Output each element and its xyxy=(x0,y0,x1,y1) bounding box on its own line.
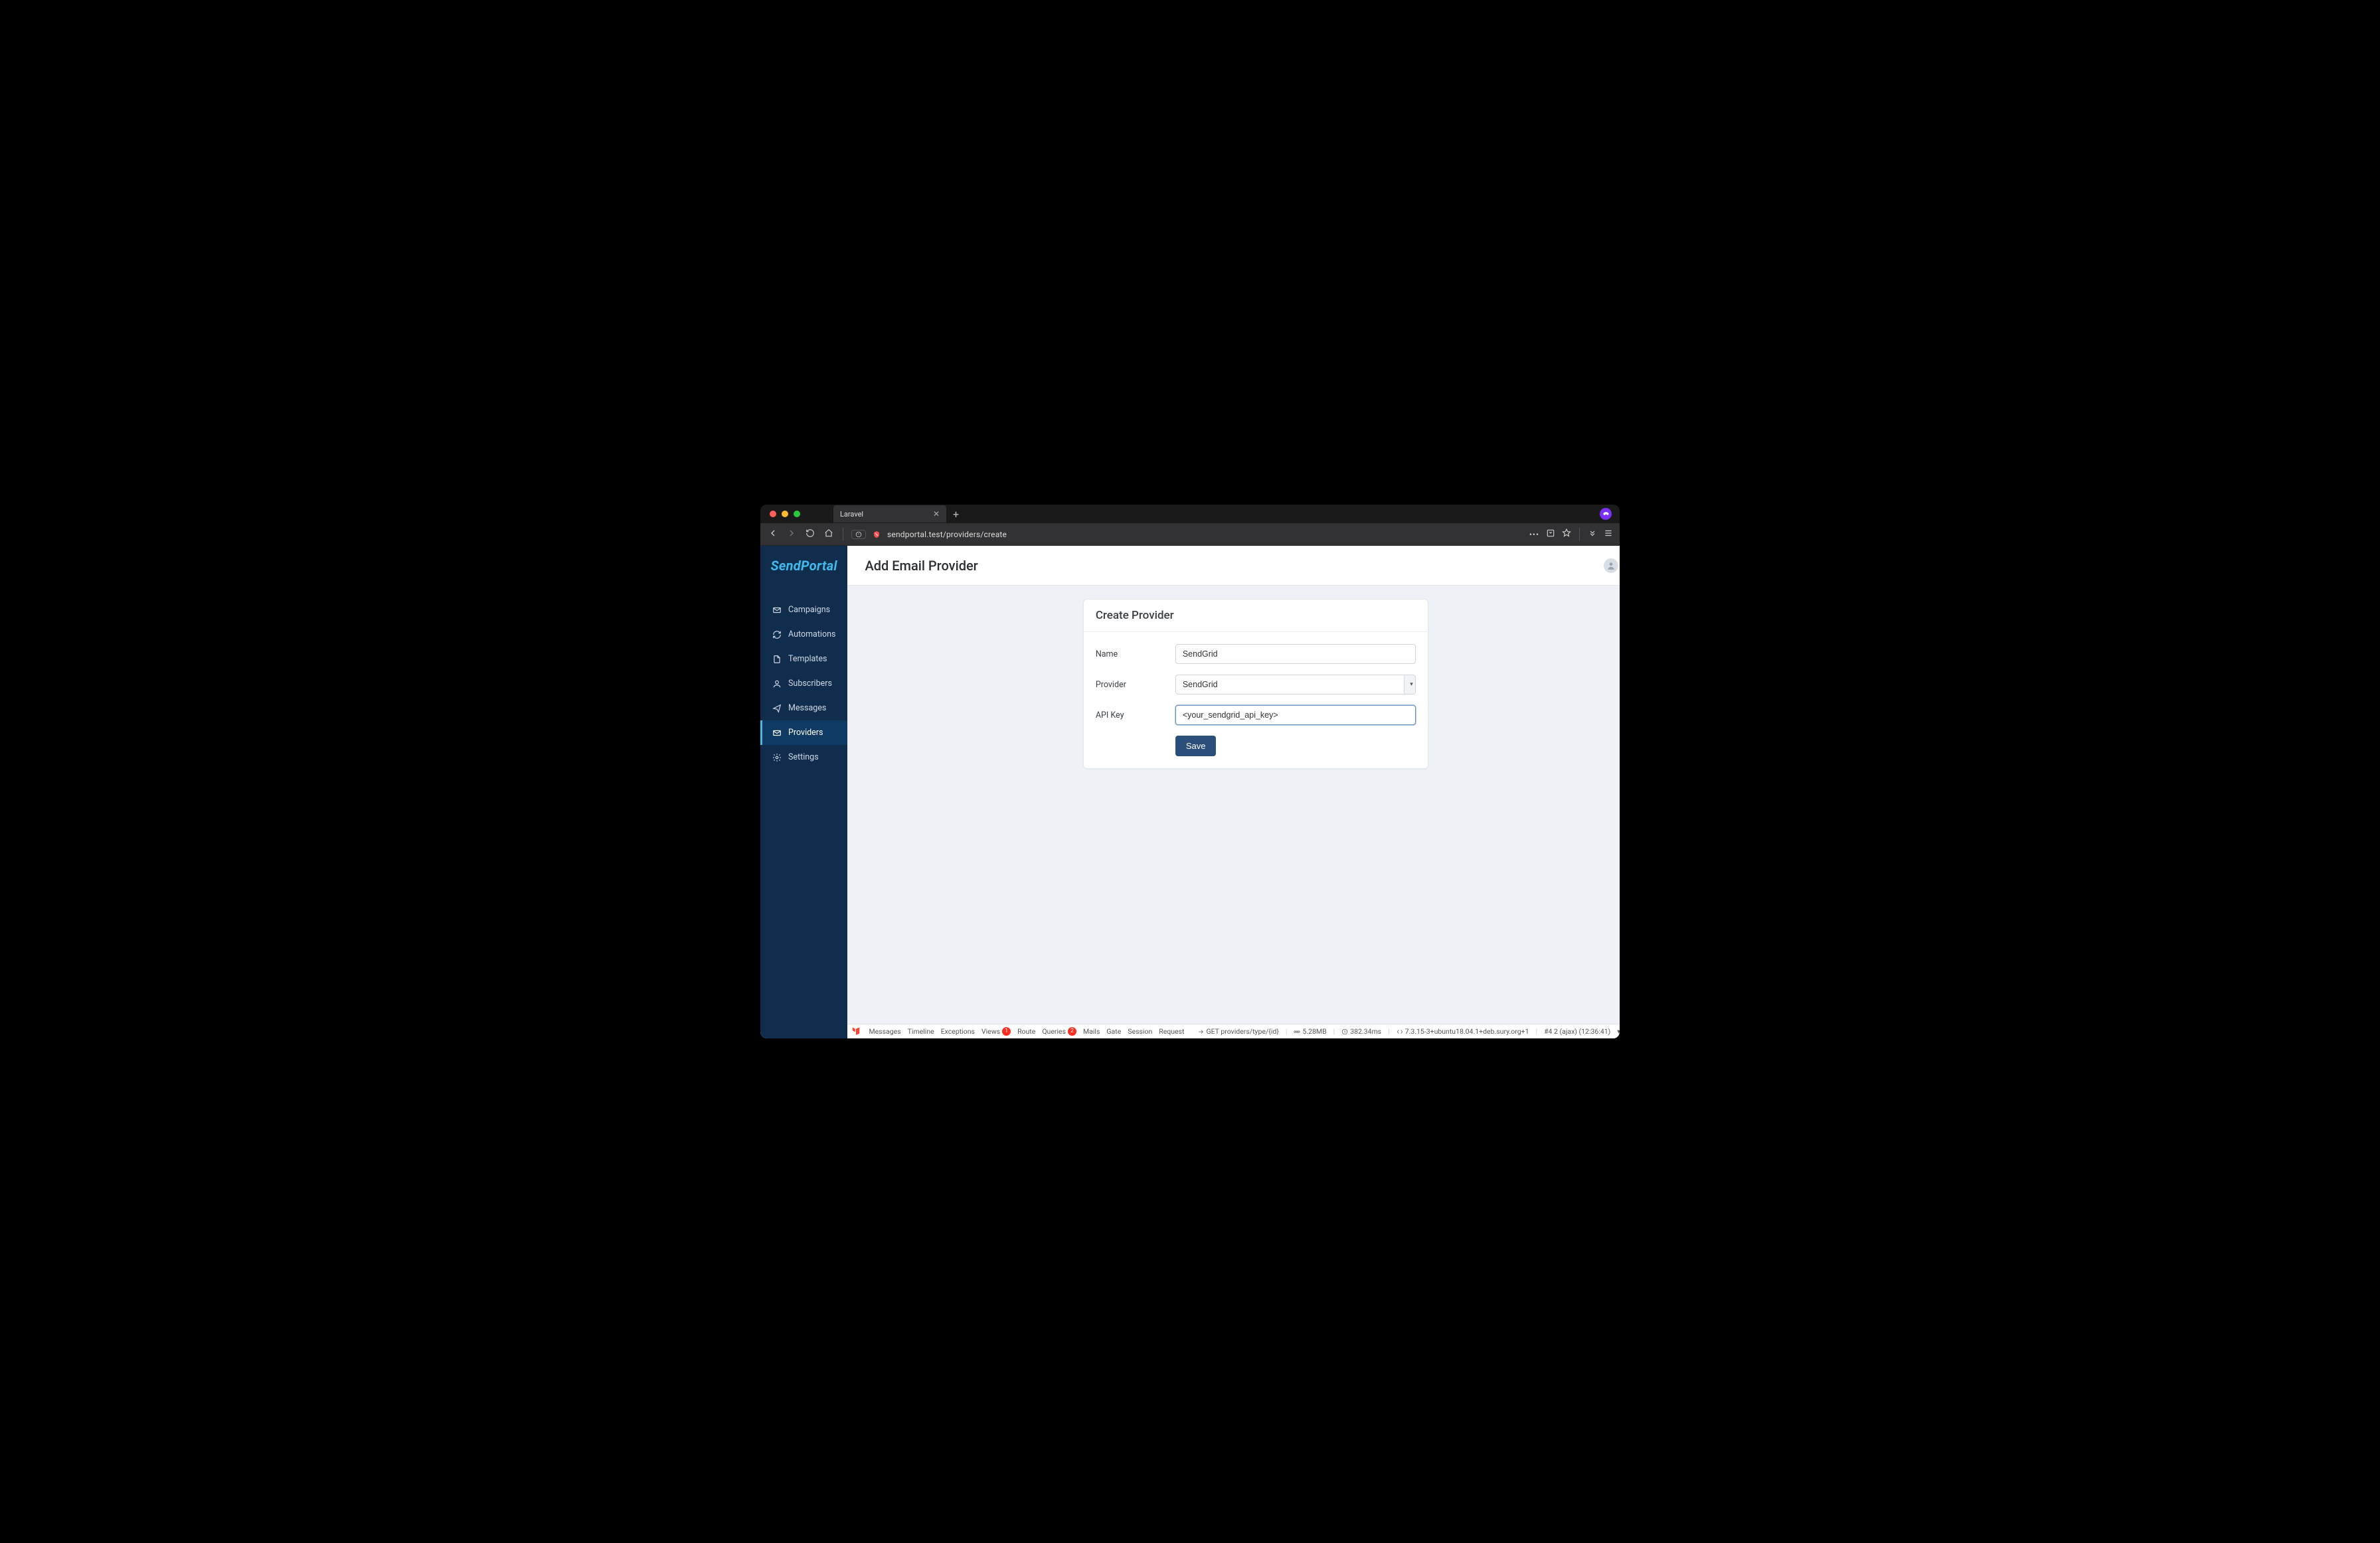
debugbar-tab-messages[interactable]: Messages xyxy=(869,1027,900,1036)
gear-icon xyxy=(772,753,782,762)
laravel-logo-icon xyxy=(851,1026,861,1038)
user-menu[interactable]: Will ▾ xyxy=(1604,558,1620,573)
address-bar[interactable]: sendportal.test/providers/create xyxy=(887,530,1523,539)
home-button[interactable] xyxy=(823,528,835,540)
label-provider: Provider xyxy=(1096,680,1175,690)
api-key-input[interactable] xyxy=(1175,705,1416,725)
sidebar-item-automations[interactable]: Automations xyxy=(760,622,847,647)
form-row-name: Name xyxy=(1096,644,1416,664)
avatar-icon xyxy=(1604,558,1618,573)
debugbar-tab-queries[interactable]: Queries 2 xyxy=(1042,1027,1076,1036)
sidebar-item-settings[interactable]: Settings xyxy=(760,745,847,770)
page-title: Add Email Provider xyxy=(865,558,978,574)
sidebar-item-label: Messages xyxy=(788,703,826,713)
debugbar-ajax[interactable]: #4 2 (ajax) (12:36:41) xyxy=(1544,1027,1610,1036)
debugbar-route-info[interactable]: GET providers/type/{id} xyxy=(1197,1027,1278,1036)
file-icon xyxy=(772,655,782,664)
bookmark-icon[interactable] xyxy=(1562,528,1571,540)
browser-tab[interactable]: Laravel ✕ xyxy=(833,505,946,523)
overflow-icon[interactable] xyxy=(1588,528,1597,540)
back-button[interactable] xyxy=(767,528,779,540)
main-column: Add Email Provider Will ▾ Create Provide… xyxy=(847,546,1620,1038)
forward-button[interactable] xyxy=(786,528,798,540)
reload-button[interactable] xyxy=(804,528,816,540)
debugbar-tab-exceptions[interactable]: Exceptions xyxy=(941,1027,975,1036)
sidebar-item-campaigns[interactable]: Campaigns xyxy=(760,598,847,622)
user-icon xyxy=(772,679,782,689)
content-area: Create Provider Name Provider xyxy=(847,586,1620,1024)
sidebar-item-messages[interactable]: Messages xyxy=(760,696,847,720)
label-apikey: API Key xyxy=(1096,710,1175,720)
label-name: Name xyxy=(1096,649,1175,659)
provider-select[interactable] xyxy=(1175,675,1416,694)
form-row-provider: Provider ▾ xyxy=(1096,675,1416,694)
site-security-icon xyxy=(873,530,881,538)
send-icon xyxy=(772,704,782,713)
sidebar-nav: Campaigns Automations Templates xyxy=(760,598,847,770)
window-controls xyxy=(770,511,800,517)
app-logo[interactable]: SendPortal xyxy=(760,546,847,586)
browser-window: Laravel ✕ + sendportal.test/providers/cr xyxy=(760,505,1620,1038)
debugbar: Messages Timeline Exceptions Views 1 Rou… xyxy=(847,1024,1620,1038)
queries-badge: 2 xyxy=(1068,1027,1076,1036)
form-row-apikey: API Key xyxy=(1096,705,1416,725)
views-badge: 1 xyxy=(1002,1027,1011,1036)
reader-mode-icon[interactable] xyxy=(1546,528,1555,540)
save-button[interactable]: Save xyxy=(1175,736,1217,756)
page-actions-icon[interactable]: ••• xyxy=(1529,530,1539,539)
debugbar-tab-route[interactable]: Route xyxy=(1017,1027,1035,1036)
sidebar-item-templates[interactable]: Templates xyxy=(760,647,847,671)
site-info-button[interactable] xyxy=(851,530,866,539)
debugbar-history-icon[interactable]: ▾ xyxy=(1617,1027,1620,1036)
debugbar-time[interactable]: 382.34ms xyxy=(1341,1027,1381,1036)
sidebar-item-label: Subscribers xyxy=(788,679,832,689)
debugbar-php[interactable]: 7.3.15-3+ubuntu18.04.1+deb.sury.org+1 xyxy=(1397,1027,1529,1036)
refresh-icon xyxy=(772,630,782,639)
close-window-button[interactable] xyxy=(770,511,776,517)
card-title: Create Provider xyxy=(1084,600,1428,632)
minimize-window-button[interactable] xyxy=(782,511,788,517)
sidebar: SendPortal Campaigns Automations xyxy=(760,546,847,1038)
sidebar-item-subscribers[interactable]: Subscribers xyxy=(760,671,847,696)
page-viewport: SendPortal Campaigns Automations xyxy=(760,546,1620,1038)
browser-titlebar: Laravel ✕ + xyxy=(760,505,1620,523)
envelope-icon xyxy=(772,606,782,615)
debugbar-memory[interactable]: 5.28MB xyxy=(1294,1027,1326,1036)
create-provider-card: Create Provider Name Provider xyxy=(1083,599,1428,769)
debugbar-tab-timeline[interactable]: Timeline xyxy=(908,1027,934,1036)
private-mode-icon xyxy=(1600,508,1612,520)
debugbar-tab-gate[interactable]: Gate xyxy=(1106,1027,1121,1036)
debugbar-tab-request[interactable]: Request xyxy=(1159,1027,1184,1036)
sidebar-item-providers[interactable]: Providers xyxy=(760,720,847,745)
url-text: sendportal.test/providers/create xyxy=(887,530,1007,539)
sidebar-item-label: Automations xyxy=(788,629,835,639)
new-tab-button[interactable]: + xyxy=(953,508,959,521)
debugbar-tab-views[interactable]: Views 1 xyxy=(981,1027,1011,1036)
sidebar-item-label: Campaigns xyxy=(788,605,830,615)
browser-toolbar: sendportal.test/providers/create ••• xyxy=(760,523,1620,546)
maximize-window-button[interactable] xyxy=(794,511,800,517)
sidebar-item-label: Settings xyxy=(788,752,819,762)
sidebar-item-label: Templates xyxy=(788,654,827,664)
app-menu-icon[interactable] xyxy=(1604,528,1613,540)
sidebar-item-label: Providers xyxy=(788,728,823,738)
name-input[interactable] xyxy=(1175,644,1416,664)
debugbar-tab-mails[interactable]: Mails xyxy=(1083,1027,1100,1036)
tab-title: Laravel xyxy=(840,510,863,519)
mail-icon xyxy=(772,728,782,738)
tab-close-icon[interactable]: ✕ xyxy=(933,509,940,519)
topbar: Add Email Provider Will ▾ xyxy=(847,546,1620,586)
debugbar-tab-session[interactable]: Session xyxy=(1128,1027,1152,1036)
